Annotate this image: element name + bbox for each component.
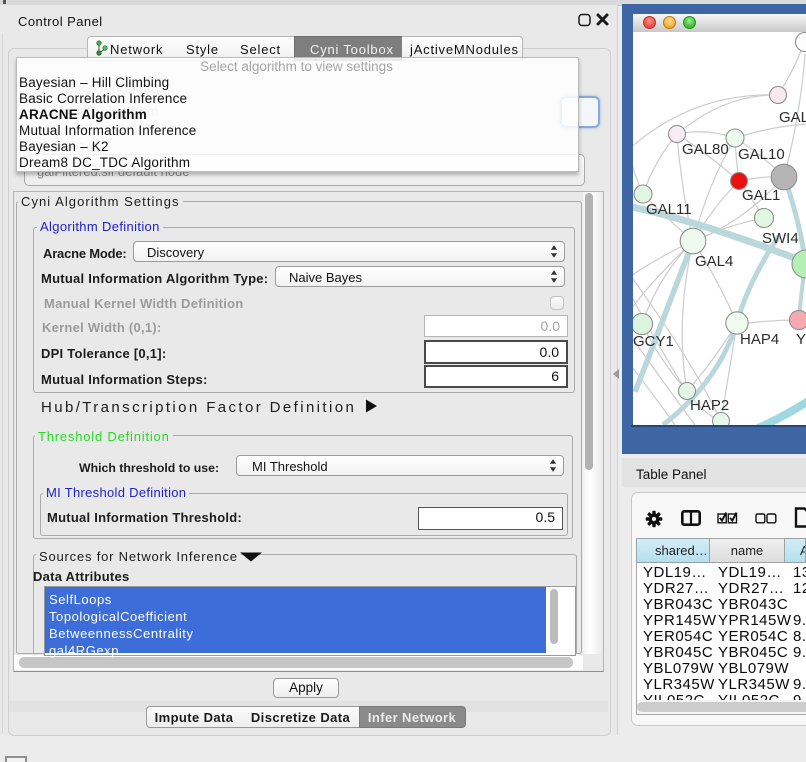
svg-text:SWI4: SWI4 [762, 230, 799, 247]
svg-text:GCY1: GCY1 [633, 333, 674, 350]
svg-text:HAP2: HAP2 [690, 397, 729, 414]
svg-text:HAP4: HAP4 [740, 331, 779, 348]
svg-text:GAL80: GAL80 [682, 141, 729, 158]
svg-text:GAL2: GAL2 [779, 109, 806, 126]
svg-text:GAL1: GAL1 [742, 187, 780, 204]
svg-text:GAL10: GAL10 [738, 146, 785, 163]
svg-text:GAL11: GAL11 [646, 201, 692, 218]
svg-text:Y: Y [796, 331, 806, 348]
svg-text:GAL4: GAL4 [695, 253, 733, 270]
